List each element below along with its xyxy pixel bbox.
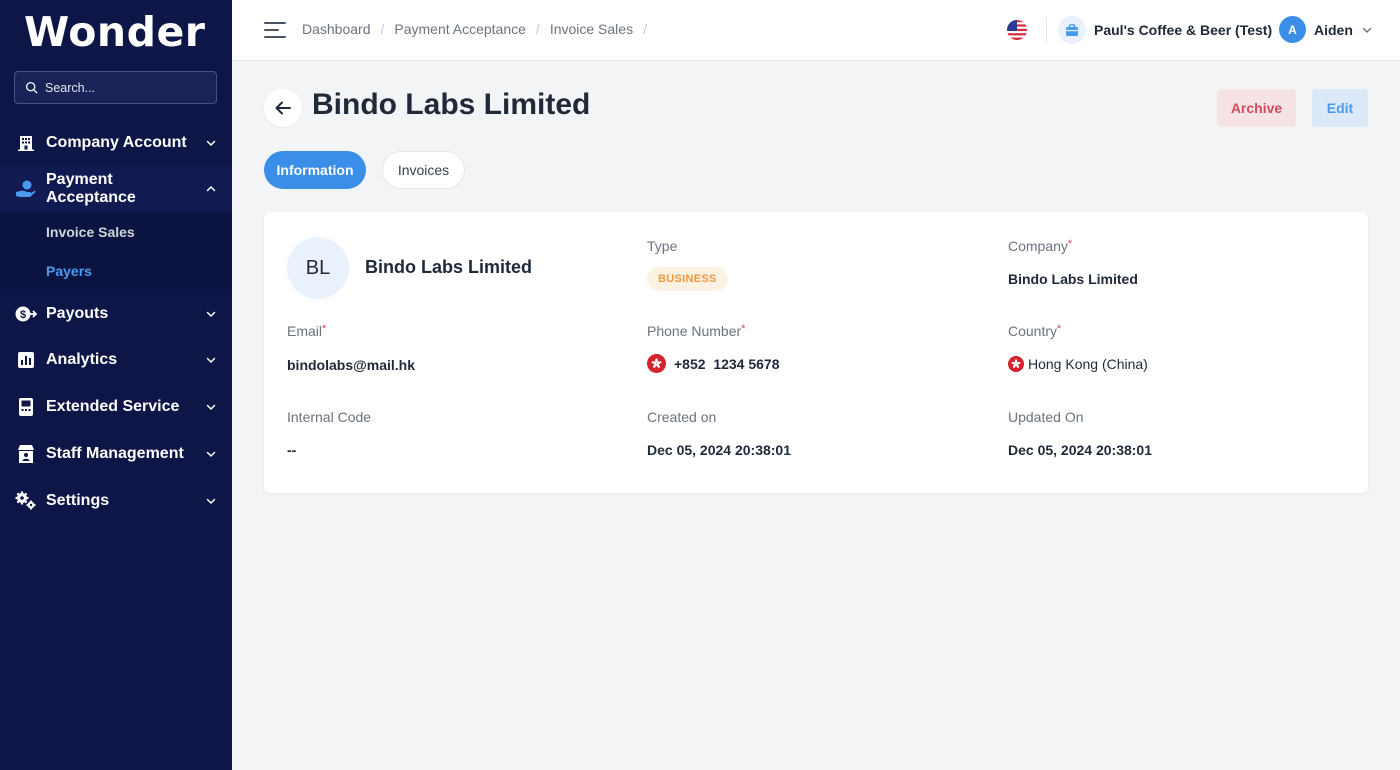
phone-label: Phone Number* bbox=[647, 323, 746, 339]
user-name: Aiden bbox=[1314, 21, 1353, 38]
avatar: A bbox=[1279, 16, 1306, 43]
sidebar-item-label: Analytics bbox=[46, 351, 118, 368]
sidebar-item-payment-acceptance[interactable]: Payment Acceptance bbox=[0, 167, 232, 211]
chevron-down-icon bbox=[206, 451, 216, 458]
sidebar-item-label: Payouts bbox=[46, 305, 109, 322]
payer-avatar: BL bbox=[287, 237, 349, 299]
internal-code-label: Internal Code bbox=[287, 409, 372, 425]
store-name: Paul's Coffee & Beer (Test) bbox=[1094, 22, 1273, 38]
country-text: Hong Kong (China) bbox=[1028, 356, 1148, 372]
sidebar-item-label: Settings bbox=[46, 492, 110, 509]
chevron-down-icon bbox=[206, 498, 216, 505]
country-value: Hong Kong (China) bbox=[1008, 356, 1148, 372]
search-input[interactable] bbox=[45, 80, 195, 95]
search-icon bbox=[25, 81, 38, 94]
breadcrumb-separator: / bbox=[380, 21, 385, 37]
internal-code-value: -- bbox=[287, 442, 297, 458]
chevron-down-icon bbox=[1362, 27, 1372, 33]
updated-on-label: Updated On bbox=[1008, 409, 1084, 425]
breadcrumb-dashboard[interactable]: Dashboard bbox=[302, 21, 371, 37]
sidebar-item-label: Extended Service bbox=[46, 398, 180, 415]
divider bbox=[1046, 17, 1047, 43]
breadcrumb-separator: / bbox=[535, 21, 540, 37]
phone-value: +852 1234 5678 bbox=[647, 354, 780, 373]
sidebar: Wonder Company Account Payment Acceptanc… bbox=[0, 0, 232, 770]
company-label: Company* bbox=[1008, 238, 1073, 254]
svg-text:$: $ bbox=[20, 309, 26, 321]
arrow-left-icon bbox=[275, 101, 291, 115]
back-button[interactable] bbox=[264, 89, 302, 127]
chevron-down-icon bbox=[206, 311, 216, 318]
company-value: Bindo Labs Limited bbox=[1008, 271, 1138, 287]
store-person-icon bbox=[15, 443, 37, 465]
breadcrumb-separator: / bbox=[643, 21, 647, 37]
chevron-down-icon bbox=[206, 404, 216, 411]
hong-kong-flag-icon bbox=[1008, 356, 1024, 372]
store-switcher[interactable]: Paul's Coffee & Beer (Test) bbox=[1058, 14, 1272, 46]
breadcrumb-payment-acceptance[interactable]: Payment Acceptance bbox=[394, 21, 526, 37]
hand-coin-icon bbox=[15, 178, 37, 200]
sidebar-item-label: Company Account bbox=[46, 134, 187, 151]
terminal-icon bbox=[15, 396, 37, 418]
search-box[interactable] bbox=[14, 71, 217, 104]
country-label: Country* bbox=[1008, 323, 1062, 339]
menu-toggle-icon[interactable] bbox=[264, 20, 286, 40]
sidebar-item-payouts[interactable]: $ Payouts bbox=[0, 292, 232, 336]
edit-button[interactable]: Edit bbox=[1312, 89, 1368, 127]
hong-kong-flag-icon bbox=[647, 354, 666, 373]
updated-on-value: Dec 05, 2024 20:38:01 bbox=[1008, 442, 1152, 458]
bar-chart-icon bbox=[15, 349, 37, 371]
chevron-up-icon bbox=[206, 185, 216, 192]
email-label: Email* bbox=[287, 323, 327, 339]
tab-invoices[interactable]: Invoices bbox=[382, 151, 465, 189]
gears-icon bbox=[15, 490, 37, 512]
dollar-arrow-icon: $ bbox=[15, 303, 37, 325]
created-on-label: Created on bbox=[647, 409, 717, 425]
sidebar-subitem-invoice-sales[interactable]: Invoice Sales bbox=[0, 213, 232, 251]
chevron-down-icon bbox=[206, 140, 216, 147]
type-label: Type bbox=[647, 238, 678, 254]
email-value: bindolabs@mail.hk bbox=[287, 357, 416, 373]
us-flag-icon[interactable] bbox=[1007, 20, 1027, 40]
sidebar-item-extended-service[interactable]: Extended Service bbox=[0, 385, 232, 429]
sidebar-item-label: Payment Acceptance bbox=[46, 171, 136, 206]
sidebar-item-settings[interactable]: Settings bbox=[0, 479, 232, 523]
sidebar-item-company-account[interactable]: Company Account bbox=[0, 121, 232, 165]
archive-button[interactable]: Archive bbox=[1217, 89, 1296, 127]
tab-information[interactable]: Information bbox=[264, 151, 366, 189]
chevron-down-icon bbox=[206, 357, 216, 364]
breadcrumb-invoice-sales[interactable]: Invoice Sales bbox=[550, 21, 633, 37]
sidebar-item-staff-management[interactable]: Staff Management bbox=[0, 432, 232, 476]
payer-detail-card: BL Bindo Labs Limited Type BUSINESS Comp… bbox=[264, 212, 1368, 493]
briefcase-icon bbox=[1058, 16, 1086, 44]
page-title: Bindo Labs Limited bbox=[312, 88, 591, 121]
sidebar-item-analytics[interactable]: Analytics bbox=[0, 338, 232, 382]
created-on-value: Dec 05, 2024 20:38:01 bbox=[647, 442, 791, 458]
type-badge: BUSINESS bbox=[647, 267, 728, 291]
phone-number-text: +852 1234 5678 bbox=[674, 355, 780, 372]
payer-name: Bindo Labs Limited bbox=[365, 257, 533, 277]
sidebar-subitem-payers[interactable]: Payers bbox=[0, 252, 232, 290]
sidebar-item-label: Staff Management bbox=[46, 445, 184, 462]
user-menu[interactable]: A Aiden bbox=[1279, 16, 1373, 43]
breadcrumb: Dashboard / Payment Acceptance / Invoice… bbox=[302, 21, 657, 37]
brand-logo[interactable]: Wonder bbox=[24, 8, 206, 56]
topbar: Dashboard / Payment Acceptance / Invoice… bbox=[232, 0, 1400, 61]
building-icon bbox=[15, 132, 37, 154]
